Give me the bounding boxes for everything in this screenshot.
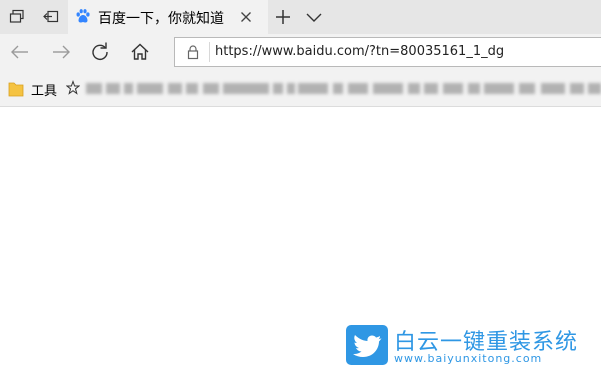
chevron-down-icon[interactable] (303, 6, 325, 28)
baidu-paw-icon (76, 9, 90, 23)
url-text[interactable]: https://www.baidu.com/?tn=80035161_1_dg (215, 44, 504, 59)
close-icon[interactable] (238, 9, 254, 25)
folder-icon[interactable] (8, 80, 24, 98)
tab-actions-button[interactable] (0, 0, 34, 34)
tab-title: 百度一下，你就知道 (98, 11, 224, 27)
browser-window: 百度一下，你就知道 https://www.baidu.com/?tn=8003… (0, 0, 601, 369)
watermark: 白云一键重装系统 www.baiyunxitong.com (346, 320, 601, 369)
watermark-url: www.baiyunxitong.com (394, 352, 543, 365)
forward-arrow-icon[interactable] (48, 39, 74, 65)
tab-strip: 百度一下，你就知道 (0, 0, 601, 34)
back-arrow-icon[interactable] (7, 39, 33, 65)
address-bar[interactable]: https://www.baidu.com/?tn=80035161_1_dg (174, 37, 601, 67)
bird-logo-icon (346, 325, 388, 365)
address-divider (209, 42, 210, 62)
favorites-folder-tools[interactable]: 工具 (31, 80, 57, 99)
set-tabs-aside-icon (43, 10, 59, 23)
plus-icon[interactable] (272, 6, 294, 28)
star-icon[interactable] (66, 80, 80, 96)
home-icon[interactable] (127, 39, 153, 65)
favorites-bar: 工具 (0, 70, 601, 107)
navigation-bar: https://www.baidu.com/?tn=80035161_1_dg (0, 34, 601, 70)
lock-icon (187, 45, 199, 60)
set-tabs-aside-button[interactable] (34, 0, 68, 34)
tab-baidu[interactable]: 百度一下，你就知道 (68, 0, 268, 34)
blurred-favorites (86, 78, 601, 100)
refresh-icon[interactable] (87, 39, 113, 65)
tab-actions-icon (9, 9, 24, 23)
